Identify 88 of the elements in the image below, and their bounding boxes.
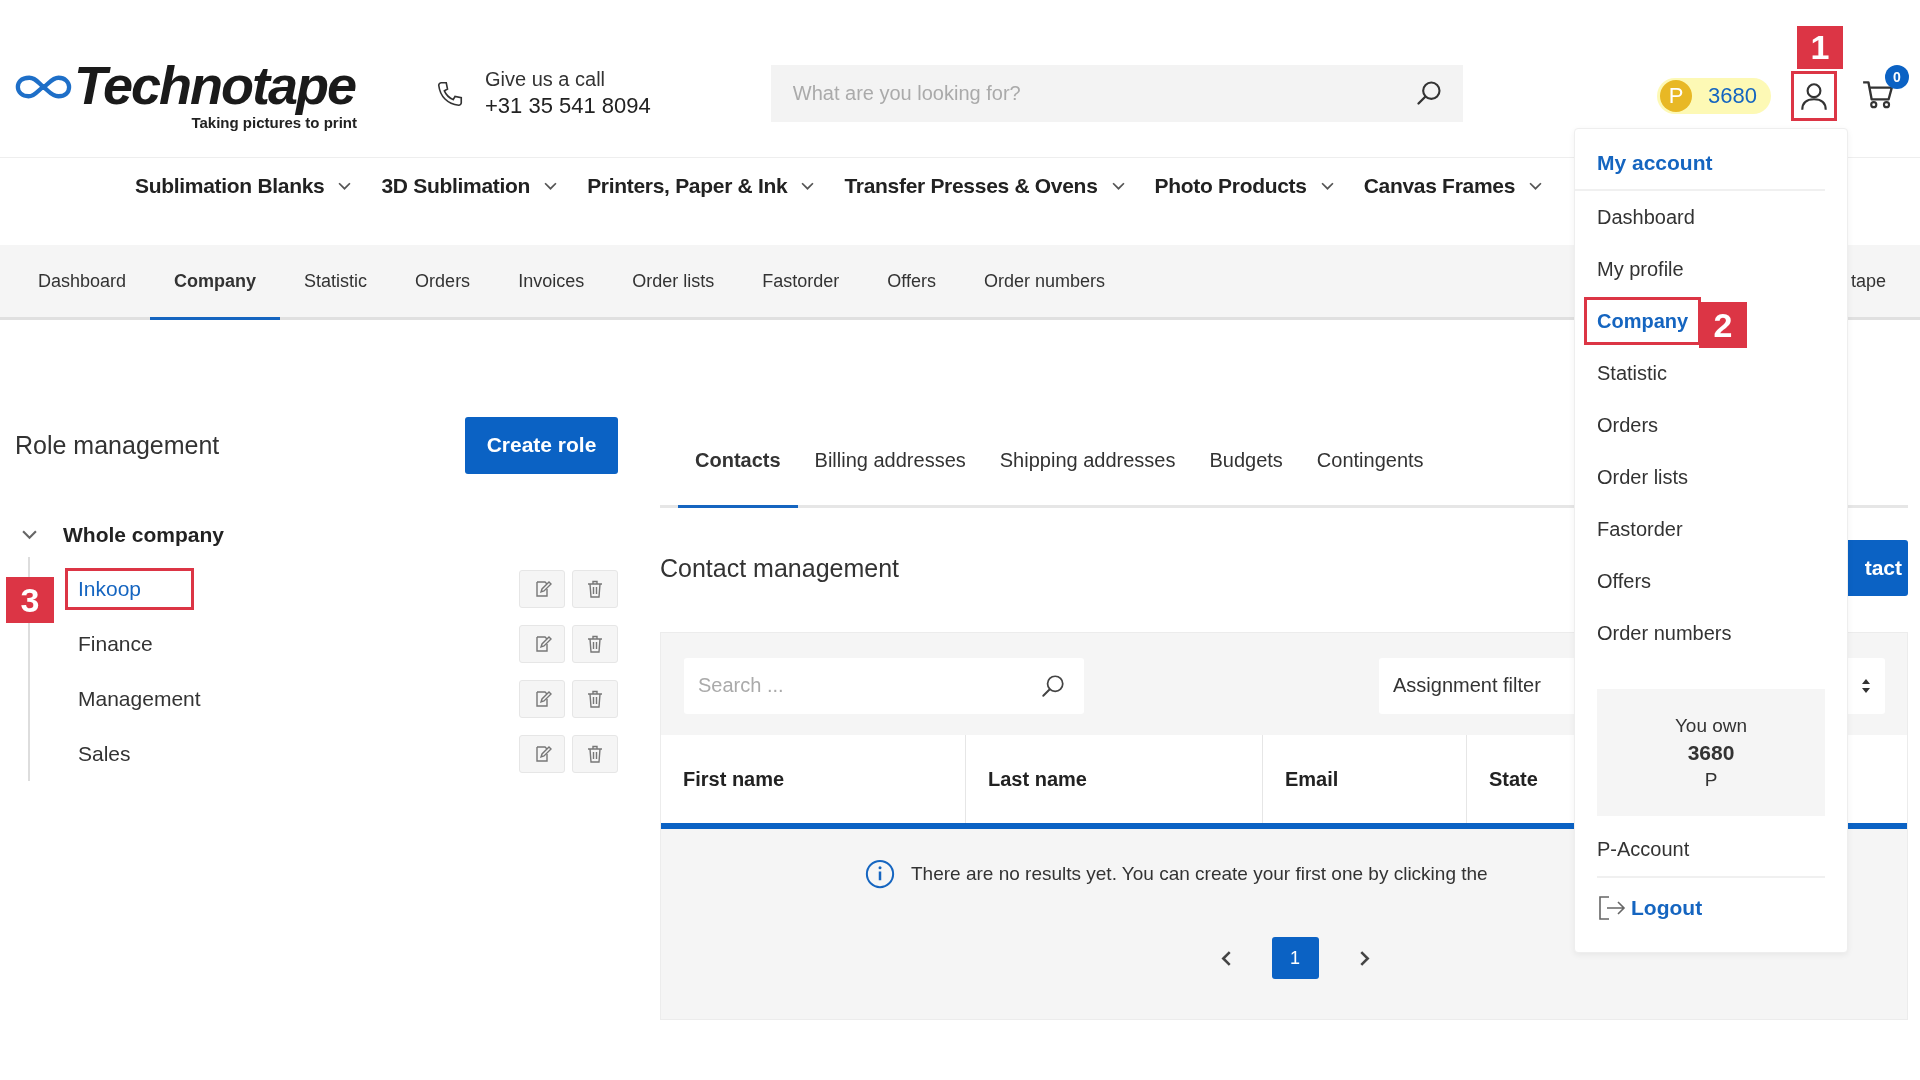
- step-number-marker: 2: [1699, 302, 1747, 348]
- tree-root-label[interactable]: Whole company: [63, 523, 225, 547]
- search-field[interactable]: Search ...: [684, 657, 1084, 714]
- chevron-down-icon: [1111, 181, 1125, 191]
- previous-page-icon[interactable]: [1220, 950, 1232, 966]
- step-number-marker: 3: [6, 577, 54, 623]
- points-badge[interactable]: P 3680: [1657, 77, 1771, 114]
- page-button[interactable]: 1: [1271, 937, 1319, 979]
- chevron-down-icon: [1320, 181, 1334, 191]
- subnav-tab[interactable]: Invoices: [494, 245, 609, 320]
- delete-button[interactable]: [572, 734, 618, 773]
- subnav-tab[interactable]: Fastorder: [738, 245, 864, 320]
- p-account-link[interactable]: P-Account: [1597, 822, 1825, 878]
- column-header: Email: [1263, 735, 1467, 823]
- nav-menu-item[interactable]: Sublimation Blanks: [135, 174, 352, 198]
- create-role-button[interactable]: Create role: [465, 416, 618, 474]
- trash-icon[interactable]: [585, 578, 605, 599]
- logout-icon[interactable]: [1597, 895, 1627, 921]
- edit-button[interactable]: [519, 624, 565, 663]
- nav-menu-item[interactable]: 3D Sublimation: [381, 174, 558, 198]
- delete-button[interactable]: [572, 679, 618, 718]
- sort-arrows-icon: [1861, 677, 1871, 694]
- column-header: Last name: [966, 735, 1263, 823]
- account-menu-item[interactable]: Offers: [1597, 555, 1825, 607]
- account-menu-item[interactable]: Order lists: [1597, 451, 1825, 503]
- tab[interactable]: Shipping addresses: [982, 415, 1193, 508]
- account-button[interactable]: [1791, 70, 1837, 121]
- chevron-down-icon: [544, 181, 558, 191]
- points-coin-icon: P: [1660, 79, 1693, 112]
- trash-icon[interactable]: [585, 633, 605, 654]
- chevron-down-icon: [338, 181, 352, 191]
- points-summary-amount: 3680: [1687, 740, 1735, 765]
- tab[interactable]: Billing addresses: [797, 415, 983, 508]
- cart-count-badge: 0: [1885, 64, 1909, 89]
- tab[interactable]: Contingents: [1299, 415, 1441, 508]
- logout-link[interactable]: Logout: [1631, 896, 1703, 920]
- search-icon[interactable]: [1414, 79, 1443, 107]
- subnav-tab[interactable]: Statistic: [280, 245, 392, 320]
- phone-number[interactable]: +31 35 541 8094: [485, 93, 651, 119]
- nav-menu-item[interactable]: Printers, Paper & Ink: [587, 174, 815, 198]
- brand-tagline: Taking pictures to print: [191, 114, 357, 131]
- account-menu-item[interactable]: Statistic: [1597, 347, 1825, 399]
- account-menu-item[interactable]: Order numbers: [1597, 607, 1825, 659]
- trash-icon[interactable]: [585, 688, 605, 709]
- nav-menu-item[interactable]: Transfer Presses & Ovens: [844, 174, 1125, 198]
- edit-button[interactable]: [519, 569, 565, 608]
- subnav-tab[interactable]: Dashboard: [14, 245, 151, 320]
- role-item[interactable]: Sales: [78, 741, 131, 766]
- points-summary-unit: P: [1704, 768, 1718, 791]
- tab[interactable]: Contacts: [678, 415, 798, 508]
- search-icon[interactable]: [1040, 672, 1066, 699]
- subnav-tab[interactable]: Company: [150, 245, 281, 320]
- chevron-down-icon: [1529, 181, 1543, 191]
- chevron-down-icon: [801, 181, 815, 191]
- empty-message: There are no results yet. You can create your first one by clicking the: [911, 863, 1488, 885]
- my-account-link[interactable]: My account: [1575, 139, 1825, 191]
- subnav-tab[interactable]: Offers: [863, 245, 960, 320]
- brand-name: Technotape: [73, 56, 355, 114]
- subnav-tab[interactable]: Orders: [391, 245, 495, 320]
- role-item[interactable]: Inkoop: [68, 570, 192, 607]
- delete-button[interactable]: [572, 624, 618, 663]
- role-item[interactable]: Management: [78, 686, 201, 711]
- account-menu-item[interactable]: My profile: [1597, 243, 1825, 295]
- nav-menu-item[interactable]: Canvas Frames: [1363, 174, 1543, 198]
- nav-menu-item[interactable]: Photo Products: [1154, 174, 1334, 198]
- next-page-icon[interactable]: [1358, 950, 1370, 966]
- edit-button[interactable]: [519, 734, 565, 773]
- subnav-tab[interactable]: Order lists: [608, 245, 739, 320]
- delete-button[interactable]: [572, 569, 618, 608]
- chevron-down-icon[interactable]: [22, 530, 37, 540]
- role-item[interactable]: Finance: [78, 631, 153, 656]
- account-menu-item[interactable]: Orders: [1597, 399, 1825, 451]
- account-menu-item[interactable]: Dashboard: [1597, 191, 1825, 243]
- contact-management-title: Contact management: [660, 553, 900, 583]
- subnav-tab[interactable]: Order numbers: [959, 245, 1129, 320]
- step-number-marker: 1: [1797, 26, 1843, 69]
- account-menu-item[interactable]: Company: [1587, 300, 1699, 342]
- trash-icon[interactable]: [585, 743, 605, 764]
- info-icon: [865, 859, 895, 889]
- tab[interactable]: Budgets: [1192, 415, 1300, 508]
- points-amount: 3680: [1708, 82, 1757, 109]
- points-summary-label: You own: [1674, 714, 1748, 737]
- search-field[interactable]: What are you looking for?: [770, 65, 1463, 122]
- edit-button[interactable]: [519, 679, 565, 718]
- role-management-title: Role management: [15, 430, 220, 460]
- call-label: Give us a call: [485, 68, 607, 91]
- column-header: First name: [661, 735, 966, 823]
- account-menu-item[interactable]: Fastorder: [1597, 503, 1825, 555]
